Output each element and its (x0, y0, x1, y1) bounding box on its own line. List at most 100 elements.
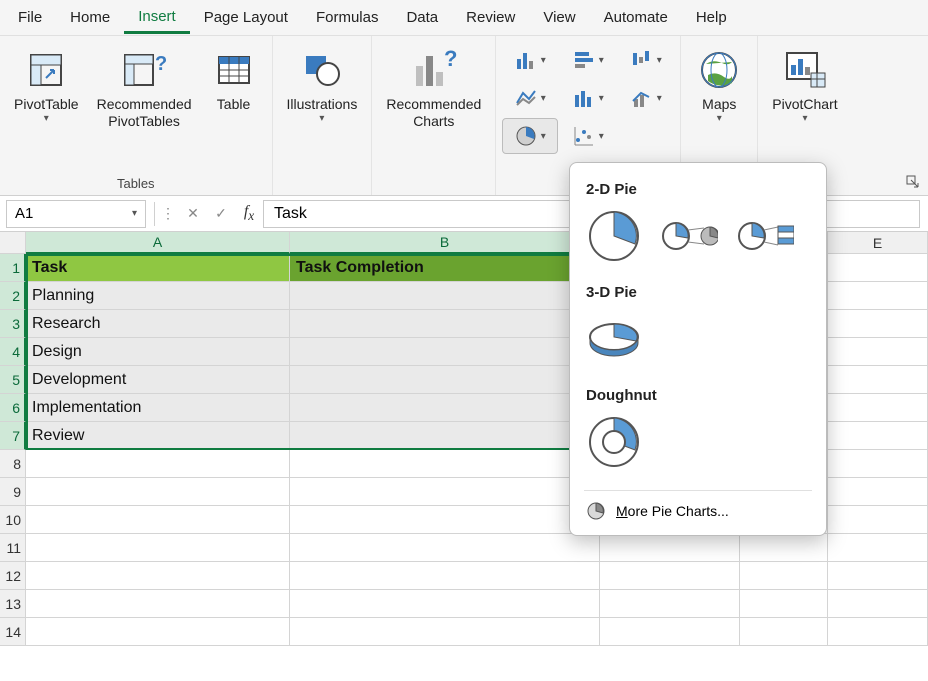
row-header[interactable]: 6 (0, 394, 26, 422)
cell[interactable] (828, 618, 928, 646)
row-header[interactable]: 2 (0, 282, 26, 310)
cell[interactable] (290, 478, 600, 506)
cell[interactable] (26, 534, 290, 562)
row-header[interactable]: 1 (0, 254, 26, 282)
cell[interactable] (828, 338, 928, 366)
fx-button[interactable]: fx (235, 200, 263, 228)
row-header[interactable]: 9 (0, 478, 26, 506)
cell[interactable] (26, 590, 290, 618)
menu-review[interactable]: Review (452, 3, 529, 32)
cell[interactable] (828, 450, 928, 478)
cell[interactable] (828, 282, 928, 310)
cell[interactable] (600, 534, 740, 562)
row-header[interactable]: 11 (0, 534, 26, 562)
cell[interactable] (600, 562, 740, 590)
cell[interactable] (828, 478, 928, 506)
row-header[interactable]: 8 (0, 450, 26, 478)
recommended-charts-button[interactable]: ? Recommended Charts (380, 42, 487, 174)
cell[interactable] (26, 506, 290, 534)
row-header[interactable]: 5 (0, 366, 26, 394)
cell[interactable] (828, 310, 928, 338)
more-pie-charts-button[interactable]: More Pie Charts... (584, 490, 812, 527)
combo-chart-button[interactable]: ▾ (618, 80, 674, 116)
cell[interactable] (290, 450, 600, 478)
cell-b3[interactable] (290, 310, 600, 338)
column-chart-button[interactable]: ▾ (502, 42, 558, 78)
row-header[interactable]: 4 (0, 338, 26, 366)
cell[interactable] (290, 618, 600, 646)
cell[interactable] (600, 618, 740, 646)
cell[interactable] (26, 562, 290, 590)
cell-a5[interactable]: Development (26, 366, 290, 394)
cell[interactable] (828, 394, 928, 422)
cell[interactable] (290, 590, 600, 618)
dialog-launcher-icon[interactable] (904, 173, 922, 191)
stats-chart-button[interactable]: ▾ (560, 80, 616, 116)
cancel-formula-button[interactable]: ✕ (179, 200, 207, 228)
menu-page-layout[interactable]: Page Layout (190, 3, 302, 32)
cell[interactable] (828, 562, 928, 590)
cell-b6[interactable] (290, 394, 600, 422)
col-header-e[interactable]: E (828, 232, 928, 254)
cell[interactable] (290, 534, 600, 562)
cell[interactable] (740, 562, 828, 590)
cell[interactable] (828, 506, 928, 534)
cell-b1[interactable]: Task Completion (290, 254, 600, 282)
cell[interactable] (26, 618, 290, 646)
cell[interactable] (828, 590, 928, 618)
name-box[interactable]: A1 ▾ (6, 200, 146, 228)
line-chart-button[interactable]: ▾ (502, 80, 558, 116)
recommended-pivot-button[interactable]: ? Recommended PivotTables (91, 42, 198, 174)
pie-of-pie-option[interactable] (662, 216, 718, 256)
cell[interactable] (828, 534, 928, 562)
enter-formula-button[interactable]: ✓ (207, 200, 235, 228)
row-header[interactable]: 14 (0, 618, 26, 646)
cell-b2[interactable] (290, 282, 600, 310)
cell[interactable] (26, 450, 290, 478)
cell-b4[interactable] (290, 338, 600, 366)
cell[interactable] (828, 422, 928, 450)
bar-chart-button[interactable]: ▾ (560, 42, 616, 78)
cell[interactable] (740, 590, 828, 618)
menu-help[interactable]: Help (682, 3, 741, 32)
cell-b5[interactable] (290, 366, 600, 394)
col-header-a[interactable]: A (26, 232, 290, 254)
cell[interactable] (740, 618, 828, 646)
menu-file[interactable]: File (4, 3, 56, 32)
cell-a4[interactable]: Design (26, 338, 290, 366)
table-button[interactable]: Table (204, 42, 264, 174)
row-header[interactable]: 12 (0, 562, 26, 590)
cell[interactable] (290, 506, 600, 534)
menu-formulas[interactable]: Formulas (302, 3, 393, 32)
cell-a6[interactable]: Implementation (26, 394, 290, 422)
illustrations-button[interactable]: Illustrations ▾ (281, 42, 364, 174)
cell[interactable] (828, 366, 928, 394)
menu-view[interactable]: View (529, 3, 589, 32)
cell-a2[interactable]: Planning (26, 282, 290, 310)
menu-data[interactable]: Data (392, 3, 452, 32)
row-header[interactable]: 7 (0, 422, 26, 450)
cell-e1[interactable] (828, 254, 928, 282)
waterfall-chart-button[interactable]: ▾ (618, 42, 674, 78)
scatter-chart-button[interactable]: ▾ (560, 118, 616, 154)
cell[interactable] (600, 590, 740, 618)
pie-chart-button[interactable]: ▾ (502, 118, 558, 154)
cell-a1[interactable]: Task (26, 254, 290, 282)
menu-home[interactable]: Home (56, 3, 124, 32)
row-header[interactable]: 10 (0, 506, 26, 534)
cell-b7[interactable] (290, 422, 600, 450)
menu-automate[interactable]: Automate (590, 3, 682, 32)
select-all-corner[interactable] (0, 232, 26, 254)
cell-a3[interactable]: Research (26, 310, 290, 338)
cell[interactable] (740, 534, 828, 562)
pivot-chart-button[interactable]: PivotChart ▾ (766, 42, 843, 174)
pie-2d-option[interactable] (586, 208, 642, 264)
menu-insert[interactable]: Insert (124, 2, 190, 34)
cell-a7[interactable]: Review (26, 422, 290, 450)
pivot-table-button[interactable]: PivotTable ▾ (8, 42, 85, 174)
row-header[interactable]: 3 (0, 310, 26, 338)
row-header[interactable]: 13 (0, 590, 26, 618)
cell[interactable] (26, 478, 290, 506)
cell[interactable] (290, 562, 600, 590)
pie-3d-option[interactable] (586, 311, 642, 367)
